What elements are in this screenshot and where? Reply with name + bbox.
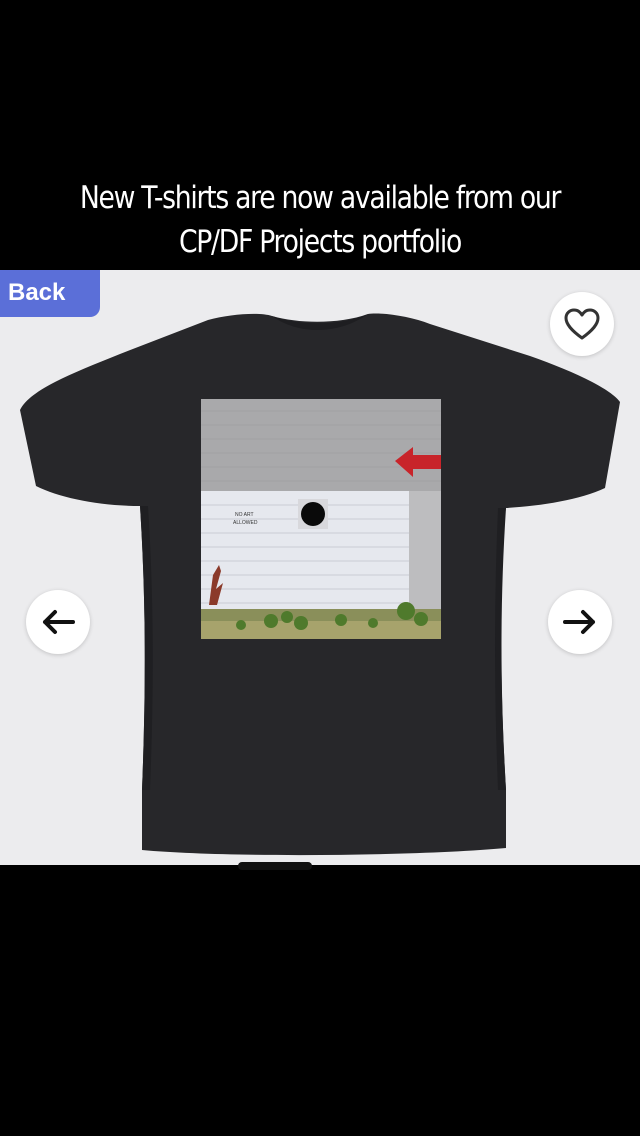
shirt-print-design: NO ART ALLOWED [201,399,441,639]
heart-outline-icon [564,308,600,340]
print-sign-text-1: NO ART [235,512,254,518]
tshirt-shadow-right [495,508,506,790]
scroll-indicator [238,862,312,870]
wall-photo-print: NO ART ALLOWED [201,399,441,639]
arrow-right-icon [563,610,595,634]
caption: New T-shirts are now available from our … [45,176,595,264]
caption-line-1: New T-shirts are now available from our [79,180,562,216]
favorite-button[interactable] [550,292,614,356]
product-image-panel: NO ART ALLOWED Back [0,270,640,865]
caption-line-2: CP/DF Projects portfolio [178,224,462,260]
screen: New T-shirts are now available from our … [0,0,640,1136]
print-sign-text-2: ALLOWED [233,520,258,526]
previous-image-button[interactable] [26,590,90,654]
arrow-left-icon [43,610,75,634]
back-button[interactable]: Back [0,270,100,317]
next-image-button[interactable] [548,590,612,654]
